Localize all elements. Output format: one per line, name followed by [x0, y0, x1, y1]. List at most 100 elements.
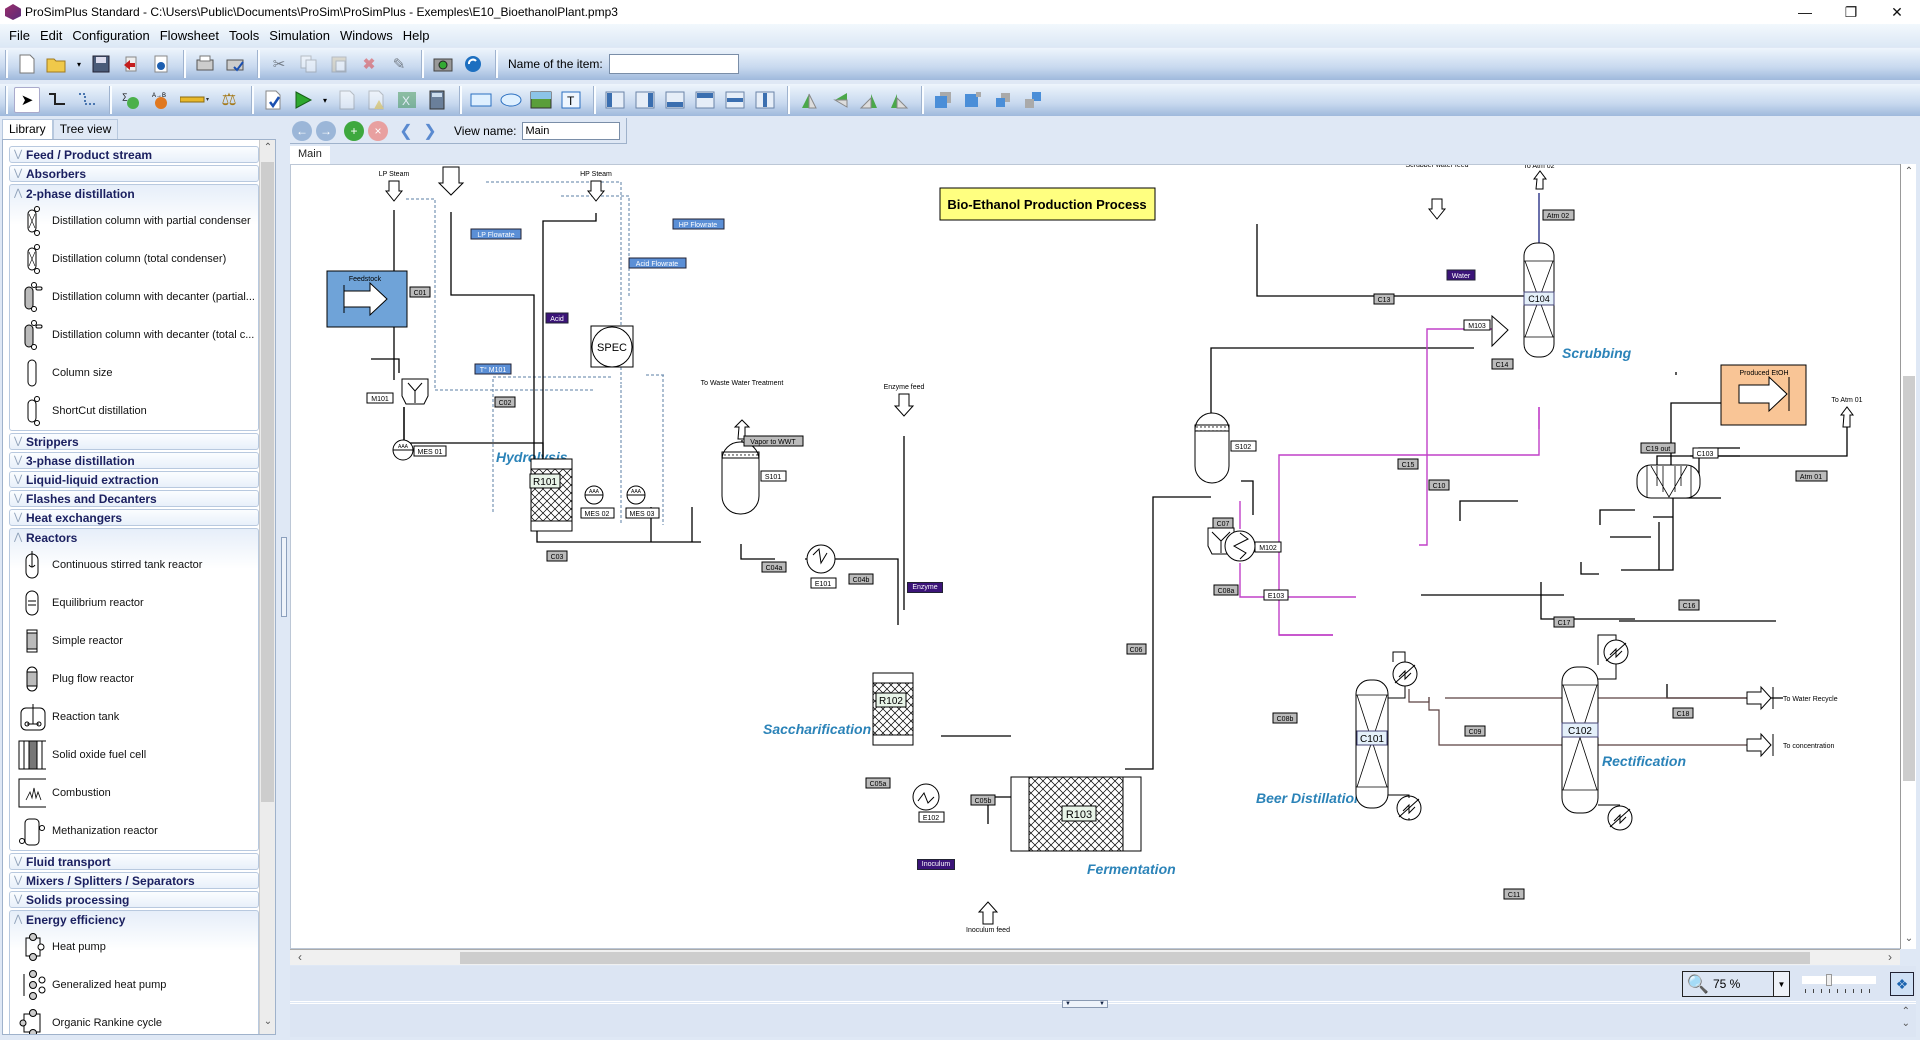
print-setup-button[interactable] — [222, 51, 248, 77]
open-file-button[interactable] — [44, 51, 70, 77]
stream-connector-tool[interactable] — [44, 87, 70, 113]
category-absorbers[interactable]: ⋁ Absorbers — [9, 165, 259, 182]
category-fluid-transport[interactable]: ⋁ Fluid transport — [9, 853, 259, 870]
excel-button[interactable]: X — [394, 87, 420, 113]
spec-unit[interactable]: SPEC — [590, 325, 634, 368]
separator-s102[interactable] — [1194, 412, 1230, 484]
menu-file[interactable]: File — [4, 28, 35, 43]
rotate-left-button[interactable] — [886, 87, 912, 113]
add-view-button[interactable]: + — [344, 120, 364, 141]
send-backward-button[interactable] — [1020, 87, 1046, 113]
edit-button[interactable]: ✎ — [386, 51, 412, 77]
library-item[interactable]: ShortCut distillation — [10, 392, 258, 430]
measure-mes03[interactable]: AAA — [626, 485, 646, 505]
reboiler-c102[interactable] — [1607, 805, 1633, 831]
align-right-button[interactable] — [632, 87, 658, 113]
reactor-r103[interactable]: R103 — [1010, 776, 1142, 852]
heat-exchanger-e103[interactable] — [1224, 530, 1256, 562]
heat-exchanger-e102[interactable] — [912, 783, 940, 811]
library-item[interactable]: Combustion — [10, 774, 258, 812]
measure-mes02[interactable]: AAA — [584, 485, 604, 505]
save-button[interactable] — [88, 51, 114, 77]
library-item[interactable]: Equilibrium reactor — [10, 584, 258, 622]
units-button[interactable] — [178, 87, 212, 113]
library-item[interactable]: Distillation column with partial condens… — [10, 202, 258, 240]
info-connector-tool[interactable] — [74, 87, 100, 113]
back-button[interactable]: ← — [292, 120, 312, 141]
library-item[interactable]: Distillation column with decanter (parti… — [10, 278, 258, 316]
inoculum-feed[interactable]: Inoculum feed — [966, 901, 1010, 934]
exit-button[interactable] — [118, 51, 144, 77]
next-view-button[interactable]: ❯ — [420, 121, 440, 141]
category-mixers-splitters-separators[interactable]: ⋁ Mixers / Splitters / Separators — [9, 872, 259, 889]
center-vertical-button[interactable] — [722, 87, 748, 113]
condenser-c102[interactable] — [1603, 639, 1629, 665]
mixer-m103[interactable] — [1491, 314, 1509, 348]
zoom-slider[interactable] — [1802, 974, 1876, 996]
select-tool[interactable]: ➤ — [14, 87, 40, 113]
water-recycle-outlet[interactable]: To Water Recycle — [1746, 685, 1838, 711]
calculator-button[interactable] — [424, 87, 450, 113]
close-button[interactable]: ✕ — [1874, 0, 1920, 24]
library-item[interactable]: Plug flow reactor — [10, 660, 258, 698]
feedstock-feed[interactable]: Feedstock — [326, 270, 408, 328]
check-button[interactable] — [260, 87, 286, 113]
acid-feed[interactable]: Acid feed — [436, 165, 465, 196]
column-c102[interactable]: C102 — [1561, 666, 1599, 814]
align-left-button[interactable] — [602, 87, 628, 113]
library-item[interactable]: Heat pump — [10, 928, 258, 966]
category-heat-exchangers[interactable]: ⋁ Heat exchangers — [9, 509, 259, 526]
column-c101[interactable]: C101 — [1355, 679, 1389, 809]
scroll-right-icon[interactable]: › — [1882, 950, 1898, 966]
waste-water-outlet[interactable]: To Waste Water Treatment — [701, 380, 784, 440]
library-item[interactable]: Methanization reactor — [10, 812, 258, 850]
panel-splitter[interactable] — [280, 119, 288, 1035]
update-button[interactable] — [460, 51, 486, 77]
category-2-phase-distillation[interactable]: ⋀ 2-phase distillation — [10, 185, 258, 202]
tab-main-view[interactable]: Main — [290, 146, 330, 164]
scroll-up-icon[interactable]: ⌃ — [1901, 166, 1917, 180]
scroll-down-icon[interactable]: ⌄ — [1901, 933, 1917, 947]
bring-forward-button[interactable] — [990, 87, 1016, 113]
fit-to-window-button[interactable]: ❖ — [1890, 972, 1914, 996]
menu-edit[interactable]: Edit — [35, 28, 67, 43]
delete-button[interactable]: ✖ — [356, 51, 382, 77]
item-name-input[interactable] — [608, 54, 739, 74]
menu-configuration[interactable]: Configuration — [67, 28, 154, 43]
library-item[interactable]: Reaction tank — [10, 698, 258, 736]
heat-exchanger-e101[interactable] — [806, 544, 836, 574]
insert-text-button[interactable]: T — [558, 87, 584, 113]
category-strippers[interactable]: ⋁ Strippers — [9, 433, 259, 450]
splitter-grip[interactable] — [281, 537, 287, 617]
horizontal-scroll-thumb[interactable] — [460, 952, 1810, 964]
library-item[interactable]: Simple reactor — [10, 622, 258, 660]
library-item[interactable]: Column size — [10, 354, 258, 392]
category-energy-efficiency[interactable]: ⋀ Energy efficiency — [10, 911, 258, 928]
flip-vertical-button[interactable] — [826, 87, 852, 113]
category-reactors[interactable]: ⋀ Reactors — [10, 529, 258, 546]
library-item[interactable]: Organic Rankine cycle — [10, 1004, 258, 1034]
delete-view-button[interactable]: × — [368, 120, 388, 141]
category-flashes-decanters[interactable]: ⋁ Flashes and Decanters — [9, 490, 259, 507]
new-file-button[interactable] — [14, 51, 40, 77]
category-3-phase-distillation[interactable]: ⋁ 3-phase distillation — [9, 452, 259, 469]
tab-tree-view[interactable]: Tree view — [52, 119, 119, 139]
menu-help[interactable]: Help — [398, 28, 435, 43]
screenshot-button[interactable] — [430, 51, 456, 77]
align-bottom-button[interactable] — [662, 87, 688, 113]
enzyme-feed[interactable]: Enzyme feed — [884, 384, 925, 417]
draw-rectangle-button[interactable] — [468, 87, 494, 113]
run-dropdown[interactable]: ▾ — [320, 87, 330, 113]
mixer-m101[interactable] — [401, 378, 429, 405]
category-solids-processing[interactable]: ⋁ Solids processing — [9, 891, 259, 908]
draw-ellipse-button[interactable] — [498, 87, 524, 113]
balance-button[interactable]: ⚖ — [216, 87, 242, 113]
separator-s101[interactable] — [721, 441, 760, 515]
library-item[interactable]: Solid oxide fuel cell — [10, 736, 258, 774]
flowsheet-title[interactable]: Bio-Ethanol Production Process — [939, 187, 1156, 221]
concentration-outlet[interactable]: To concentration — [1746, 732, 1834, 758]
library-scrollbar[interactable]: ⌃ ⌄ — [259, 140, 275, 1034]
minimize-button[interactable]: — — [1782, 0, 1828, 24]
zoom-slider-handle[interactable] — [1826, 974, 1832, 986]
canvas-horizontal-scrollbar[interactable]: ‹ › — [290, 949, 1900, 965]
